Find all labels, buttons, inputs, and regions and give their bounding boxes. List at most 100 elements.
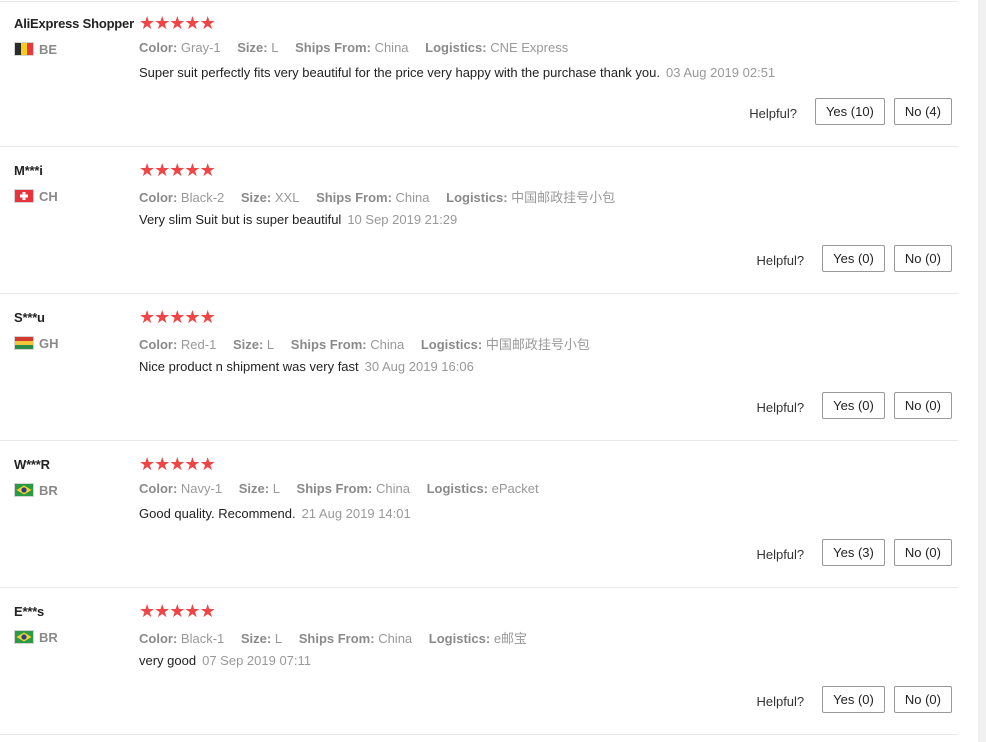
ships-from-label: Ships From: [290,337,367,352]
logistics-info: Logistics: ePacket [427,481,539,496]
logistics-value: CNE Express [490,40,569,55]
logistics-value: e邮宝 [493,631,528,646]
review-item: M***i CH ★★★★★ Color: Black-2 Size: XXL … [0,147,958,294]
review-text: Nice product n shipment was very fast [139,359,359,374]
star-icon: ★ [199,307,216,327]
size-label: Size: [232,337,264,352]
star-rating: ★★★★★ [139,307,216,327]
color-value: Black-2 [180,190,225,205]
size-info: Size: L [233,337,274,352]
helpful-section: Helpful? Yes (3) No (0) [756,539,952,566]
logistics-value: 中国邮政挂号小包 [485,337,590,352]
ships-from-label: Ships From: [316,190,392,205]
star-icon: ★ [154,160,170,180]
color-value: Navy-1 [180,481,223,496]
color-info: Color: Gray-1 [139,40,221,55]
color-label: Color: [139,190,178,205]
logistics-value: ePacket [491,481,539,496]
review-text: Super suit perfectly fits very beautiful… [139,65,660,80]
star-icon: ★ [169,601,185,621]
reviewer-name: S***u [14,310,45,325]
review-text: very good [139,653,197,668]
logistics-value: 中国邮政挂号小包 [511,190,616,205]
country-flag-icon [14,189,34,203]
ships-from-value: China [395,190,430,205]
order-info: Color: Gray-1 Size: L Ships From: China … [139,40,581,55]
reviewer-name: E***s [14,604,45,619]
size-value: L [272,481,280,496]
color-info: Color: Navy-1 [139,481,222,496]
country-code: GH [39,336,59,351]
ships-from-info: Ships From: China [295,40,408,55]
review-content: very good 07 Sep 2019 07:11 [139,653,311,668]
logistics-info: Logistics: e邮宝 [429,631,527,646]
size-label: Size: [238,481,270,496]
star-icon: ★ [199,13,216,33]
helpful-yes-button[interactable]: Yes (0) [822,686,885,713]
helpful-section: Helpful? Yes (0) No (0) [756,392,952,419]
star-icon: ★ [139,601,155,621]
star-rating: ★★★★★ [139,454,216,474]
review-date: 07 Sep 2019 07:11 [202,653,312,668]
order-info: Color: Black-1 Size: L Ships From: China… [139,628,540,647]
country-flag-icon [14,336,34,350]
ships-from-value: China [370,337,405,352]
helpful-no-button[interactable]: No (0) [893,392,952,419]
star-rating: ★★★★★ [139,13,216,33]
country-code: BR [39,483,58,498]
ships-from-value: China [378,631,413,646]
review-item: E***s BR ★★★★★ Color: Black-1 Size: L Sh… [0,588,958,735]
star-icon: ★ [184,13,200,33]
color-info: Color: Red-1 [139,337,216,352]
star-icon: ★ [154,454,170,474]
color-value: Gray-1 [180,40,221,55]
order-info: Color: Black-2 Size: XXL Ships From: Chi… [139,187,628,206]
star-icon: ★ [169,13,185,33]
helpful-yes-button[interactable]: Yes (0) [822,392,885,419]
ships-from-label: Ships From: [295,40,371,55]
star-icon: ★ [184,601,200,621]
helpful-label: Helpful? [756,400,805,415]
country-flag-icon [14,483,34,497]
helpful-yes-button[interactable]: Yes (10) [814,98,885,125]
review-date: 03 Aug 2019 02:51 [666,65,776,80]
logistics-info: Logistics: 中国邮政挂号小包 [421,337,590,352]
star-icon: ★ [139,13,155,33]
helpful-no-button[interactable]: No (0) [893,245,952,272]
helpful-no-button[interactable]: No (4) [893,98,952,125]
ships-from-info: Ships From: China [297,481,410,496]
star-icon: ★ [169,307,185,327]
review-item: S***u GH ★★★★★ Color: Red-1 Size: L Ship… [0,294,958,441]
review-list: AliExpress Shopper BE ★★★★★ Color: Gray-… [0,0,960,735]
reviewer-name: W***R [14,457,50,472]
review-date: 30 Aug 2019 16:06 [364,359,474,374]
review-date: 21 Aug 2019 14:01 [301,506,411,521]
country-code: BE [39,42,58,57]
size-label: Size: [237,40,268,55]
country-flag-icon [14,630,34,644]
star-icon: ★ [154,601,170,621]
helpful-yes-button[interactable]: Yes (0) [822,245,885,272]
star-icon: ★ [169,454,185,474]
helpful-label: Helpful? [749,106,797,121]
helpful-no-button[interactable]: No (0) [893,539,952,566]
logistics-label: Logistics: [446,190,508,205]
color-label: Color: [139,631,178,646]
helpful-label: Helpful? [756,694,805,709]
ships-from-value: China [374,40,409,55]
star-icon: ★ [199,601,216,621]
star-rating: ★★★★★ [139,601,216,621]
color-value: Black-1 [180,631,225,646]
helpful-yes-button[interactable]: Yes (3) [822,539,885,566]
size-info: Size: XXL [241,190,300,205]
scrollbar[interactable] [978,0,986,742]
size-value: L [266,337,275,352]
logistics-label: Logistics: [426,481,489,496]
size-label: Size: [240,190,272,205]
helpful-no-button[interactable]: No (0) [893,686,952,713]
size-label: Size: [240,631,272,646]
star-icon: ★ [184,454,200,474]
star-icon: ★ [139,160,155,180]
size-value: XXL [274,190,300,205]
logistics-label: Logistics: [420,337,483,352]
